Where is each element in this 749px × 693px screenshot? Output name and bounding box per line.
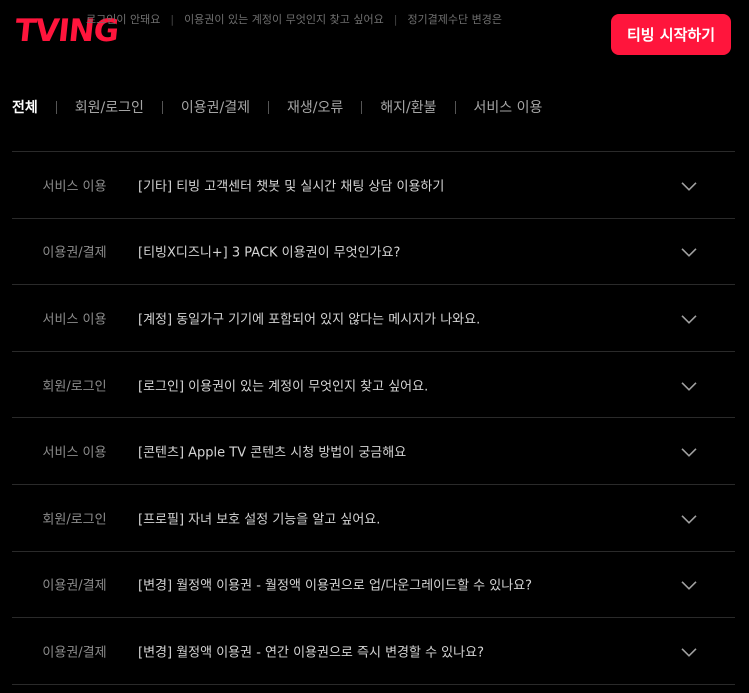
chevron-down-icon[interactable] <box>680 444 698 462</box>
chevron-down-icon[interactable] <box>680 244 698 262</box>
faq-list: 서비스 이용 [기타] 티빙 고객센터 챗봇 및 실시간 채팅 상담 이용하기 … <box>12 151 735 685</box>
chevron-down-icon[interactable] <box>680 511 698 529</box>
tab-member-login[interactable]: 회원/로그인 <box>75 97 144 117</box>
tab-playback-error[interactable]: 재생/오류 <box>287 97 343 117</box>
ticker-item[interactable]: 이용권이 있는 계정이 무엇인지 찾고 싶어요 <box>184 13 384 26</box>
tab-divider <box>361 100 363 114</box>
category-tabs: 전체 회원/로그인 이용권/결제 재생/오류 해지/환불 서비스 이용 <box>12 96 542 118</box>
faq-item[interactable]: 이용권/결제 [변경] 월정액 이용권 - 월정액 이용권으로 업/다운그레이드… <box>12 552 735 619</box>
tab-divider <box>161 100 163 114</box>
faq-question[interactable]: [콘텐츠] Apple TV 콘텐츠 시청 방법이 궁금해요 <box>138 442 406 461</box>
faq-item[interactable]: 서비스 이용 [계정] 동일가구 기기에 포함되어 있지 않다는 메시지가 나와… <box>12 285 735 352</box>
tab-pass-payment[interactable]: 이용권/결제 <box>181 97 250 117</box>
faq-item[interactable]: 서비스 이용 [기타] 티빙 고객센터 챗봇 및 실시간 채팅 상담 이용하기 <box>12 152 735 219</box>
tab-divider <box>454 100 456 114</box>
faq-category: 회원/로그인 <box>42 512 107 528</box>
chevron-down-icon[interactable] <box>680 377 698 395</box>
tab-divider <box>268 100 270 114</box>
faq-question[interactable]: [티빙X디즈니+] 3 PACK 이용권이 무엇인가요? <box>138 242 400 261</box>
ticker-item[interactable]: 로그인이 안돼요 <box>86 13 160 26</box>
ticker-item[interactable]: 정기결제수단 변경은 <box>407 13 502 26</box>
faq-category: 서비스 이용 <box>42 179 107 195</box>
header: TVING 로그인이 안돼요 | 이용권이 있는 계정이 무엇인지 찾고 싶어요 | 정… <box>0 0 749 64</box>
faq-question[interactable]: [변경] 월정액 이용권 - 월정액 이용권으로 업/다운그레이드할 수 있나요… <box>138 575 532 594</box>
faq-category: 서비스 이용 <box>42 312 107 328</box>
faq-category: 이용권/결제 <box>42 578 107 594</box>
faq-category: 회원/로그인 <box>42 379 107 395</box>
chevron-down-icon[interactable] <box>680 644 698 662</box>
tab-service-use[interactable]: 서비스 이용 <box>474 97 543 117</box>
tab-all[interactable]: 전체 <box>12 97 38 117</box>
faq-category: 서비스 이용 <box>42 445 107 461</box>
faq-category: 이용권/결제 <box>42 245 107 261</box>
faq-category: 이용권/결제 <box>42 645 107 661</box>
faq-item[interactable]: 이용권/결제 [변경] 월정액 이용권 - 연간 이용권으로 즉시 변경할 수 … <box>12 618 735 685</box>
chevron-down-icon[interactable] <box>680 311 698 329</box>
tab-divider <box>55 100 57 114</box>
faq-question[interactable]: [변경] 월정액 이용권 - 연간 이용권으로 즉시 변경할 수 있나요? <box>138 641 484 660</box>
start-tving-button[interactable]: 티빙 시작하기 <box>611 14 731 55</box>
faq-question[interactable]: [프로필] 자녀 보호 설정 기능을 알고 싶어요. <box>138 508 380 527</box>
faq-question[interactable]: [기타] 티빙 고객센터 챗봇 및 실시간 채팅 상담 이용하기 <box>138 175 444 194</box>
faq-item[interactable]: 회원/로그인 [프로필] 자녀 보호 설정 기능을 알고 싶어요. <box>12 485 735 552</box>
faq-question[interactable]: [계정] 동일가구 기기에 포함되어 있지 않다는 메시지가 나와요. <box>138 308 480 327</box>
tab-cancel-refund[interactable]: 해지/환불 <box>380 97 436 117</box>
faq-item[interactable]: 회원/로그인 [로그인] 이용권이 있는 계정이 무엇인지 찾고 싶어요. <box>12 352 735 419</box>
chevron-down-icon[interactable] <box>680 178 698 196</box>
faq-item[interactable]: 이용권/결제 [티빙X디즈니+] 3 PACK 이용권이 무엇인가요? <box>12 219 735 286</box>
faq-item[interactable]: 서비스 이용 [콘텐츠] Apple TV 콘텐츠 시청 방법이 궁금해요 <box>12 418 735 485</box>
faq-question[interactable]: [로그인] 이용권이 있는 계정이 무엇인지 찾고 싶어요. <box>138 375 428 394</box>
notice-ticker: 로그인이 안돼요 | 이용권이 있는 계정이 무엇인지 찾고 싶어요 | 정기결제수단 … <box>86 13 503 26</box>
chevron-down-icon[interactable] <box>680 577 698 595</box>
